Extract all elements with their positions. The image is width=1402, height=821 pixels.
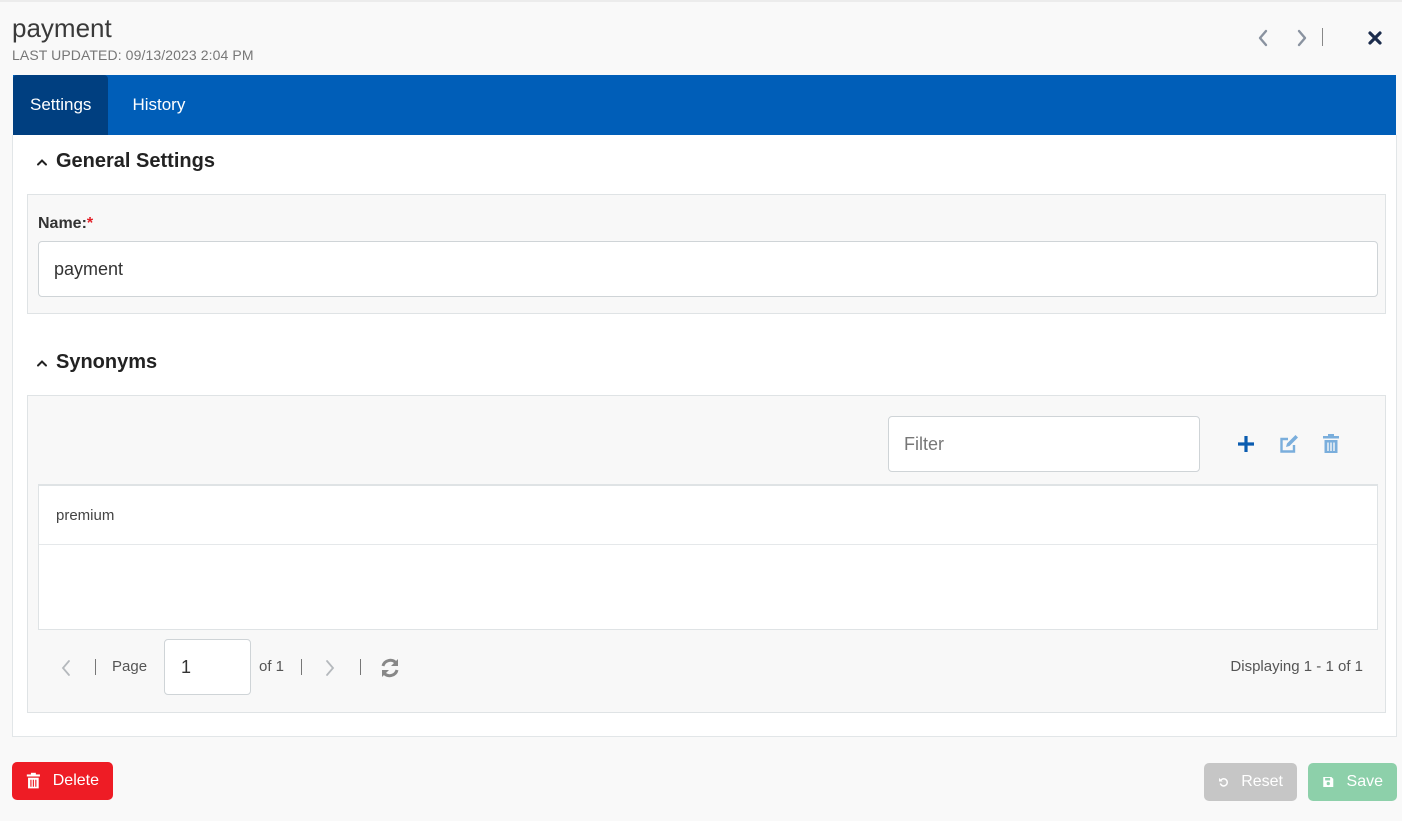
next-record-button[interactable] xyxy=(1291,24,1313,52)
general-settings-title: General Settings xyxy=(56,150,215,172)
synonyms-panel: Filter premium Page 1 of 1 Displaying 1 … xyxy=(27,395,1386,713)
chevron-up-icon xyxy=(36,156,48,168)
header-divider xyxy=(1322,28,1323,46)
refresh-icon xyxy=(381,658,399,678)
edit-icon xyxy=(1280,435,1298,453)
chevron-left-icon xyxy=(61,660,70,676)
reset-button[interactable]: Reset xyxy=(1204,763,1297,801)
page-label: Page xyxy=(112,658,148,675)
page-title: payment xyxy=(12,13,112,43)
trash-icon xyxy=(1323,434,1339,453)
general-settings-panel: Name:* payment xyxy=(27,194,1386,314)
delete-button[interactable]: Delete xyxy=(12,762,113,800)
displaying-count: Displaying 1 - 1 of 1 xyxy=(1230,658,1363,675)
save-button[interactable]: Save xyxy=(1308,763,1397,801)
edit-synonym-button[interactable] xyxy=(1275,430,1303,458)
refresh-button[interactable] xyxy=(376,654,404,682)
pager-divider xyxy=(301,659,302,675)
save-label: Save xyxy=(1346,773,1383,790)
synonyms-title: Synonyms xyxy=(56,351,158,373)
name-field[interactable]: payment xyxy=(38,241,1378,297)
name-label: Name:* xyxy=(38,215,93,233)
close-button[interactable] xyxy=(1364,24,1386,52)
synonyms-grid: premium xyxy=(38,484,1378,630)
chevron-left-icon xyxy=(1258,29,1268,47)
tab-bar: Settings History xyxy=(13,75,1396,135)
plus-icon xyxy=(1238,436,1254,452)
undo-icon xyxy=(1219,777,1228,787)
page-count-label: of 1 xyxy=(259,658,285,675)
pager: Page 1 of 1 Displaying 1 - 1 of 1 xyxy=(38,639,1378,696)
name-label-text: Name: xyxy=(38,215,87,232)
general-settings-header[interactable]: General Settings xyxy=(36,150,215,173)
delete-label: Delete xyxy=(52,772,99,789)
grid-row[interactable]: premium xyxy=(39,486,1377,545)
top-divider xyxy=(0,0,1402,2)
previous-page-button[interactable] xyxy=(52,654,80,682)
tab-history[interactable]: History xyxy=(108,75,202,135)
chevron-up-icon xyxy=(36,357,48,369)
delete-synonym-button[interactable] xyxy=(1317,430,1345,458)
add-synonym-button[interactable] xyxy=(1232,430,1260,458)
close-icon xyxy=(1368,31,1382,45)
last-updated: LAST UPDATED: 09/13/2023 2:04 PM xyxy=(12,47,254,63)
next-page-button[interactable] xyxy=(316,654,344,682)
tab-settings[interactable]: Settings xyxy=(13,75,109,135)
filter-input[interactable]: Filter xyxy=(888,416,1200,472)
filter-placeholder: Filter xyxy=(904,433,944,454)
pager-divider xyxy=(360,659,361,675)
page-number-input[interactable]: 1 xyxy=(164,639,251,695)
reset-label: Reset xyxy=(1241,773,1283,790)
settings-content: General Settings Name:* payment Synonyms… xyxy=(12,135,1397,737)
required-marker: * xyxy=(86,215,94,232)
pager-divider xyxy=(95,659,96,675)
chevron-right-icon xyxy=(326,660,335,676)
synonyms-header[interactable]: Synonyms xyxy=(36,351,157,374)
previous-record-button[interactable] xyxy=(1252,24,1274,52)
save-icon xyxy=(1323,776,1334,788)
trash-icon xyxy=(26,772,40,789)
chevron-right-icon xyxy=(1297,29,1307,47)
